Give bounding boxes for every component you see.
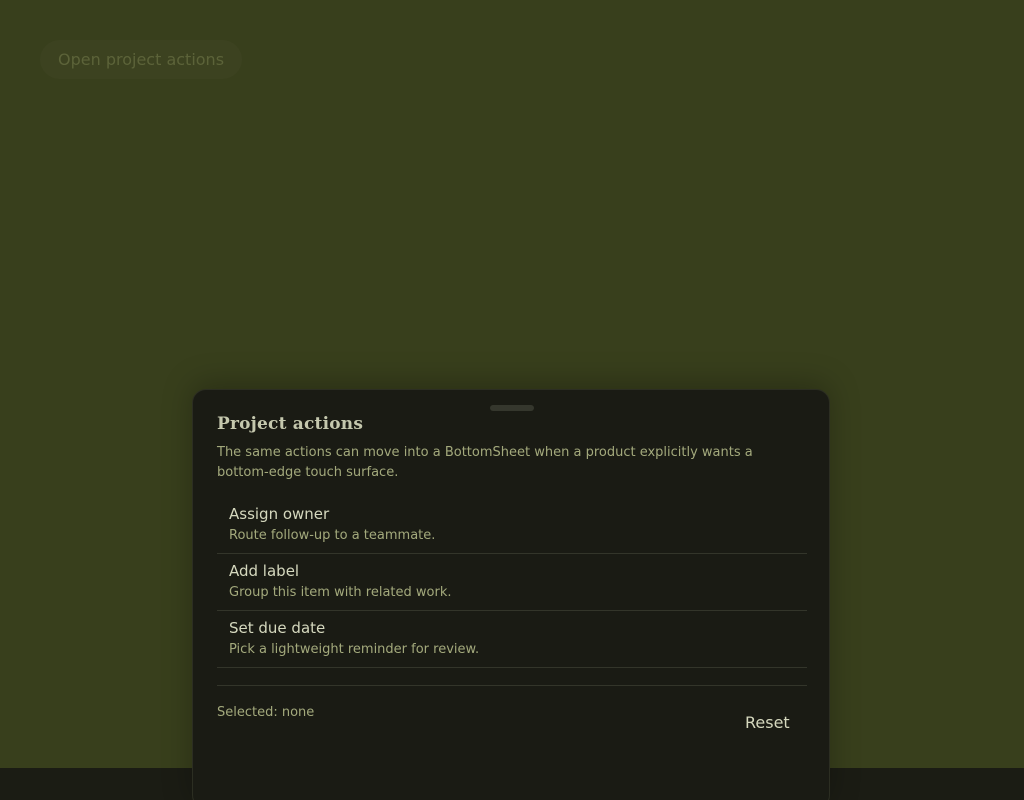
action-add-label[interactable]: Add label Group this item with related w… — [217, 554, 807, 611]
footer-divider — [217, 685, 807, 686]
selected-status: Selected: none — [217, 705, 315, 720]
bottom-sheet: Project actions The same actions can mov… — [192, 389, 830, 800]
action-set-due-date[interactable]: Set due date Pick a lightweight reminder… — [217, 611, 807, 668]
sheet-description: The same actions can move into a BottomS… — [217, 445, 753, 480]
sheet-drag-handle[interactable] — [490, 405, 534, 411]
action-description: Group this item with related work. — [229, 585, 452, 600]
action-assign-owner[interactable]: Assign owner Route follow-up to a teamma… — [217, 497, 807, 554]
action-description: Route follow-up to a teammate. — [229, 528, 436, 543]
action-label: Assign owner — [229, 505, 330, 523]
reset-button[interactable]: Reset — [729, 708, 806, 738]
sheet-title: Project actions — [217, 414, 364, 434]
action-label: Set due date — [229, 619, 326, 637]
action-label: Add label — [229, 562, 300, 580]
open-project-actions-button[interactable]: Open project actions — [40, 40, 243, 79]
action-description: Pick a lightweight reminder for review. — [229, 642, 480, 657]
action-list: Assign owner Route follow-up to a teamma… — [217, 497, 807, 668]
